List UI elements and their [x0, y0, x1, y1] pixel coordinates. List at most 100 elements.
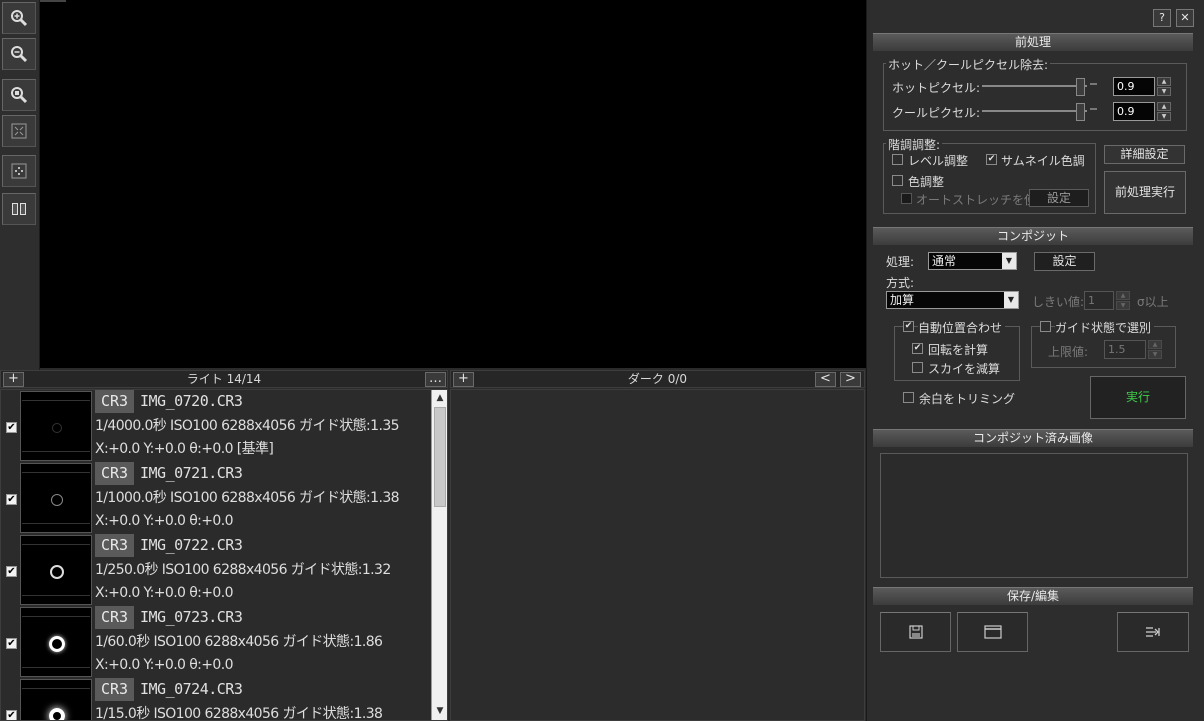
- list-scrollbar[interactable]: ▲ ▼: [431, 390, 447, 720]
- dark-pane-header: + ダーク 0/0 < >: [450, 370, 865, 388]
- composite-run-button[interactable]: 実行: [1090, 376, 1186, 419]
- scroll-up-icon[interactable]: ▲: [432, 390, 447, 406]
- fullscreen-button[interactable]: [2, 115, 36, 147]
- scroll-down-icon[interactable]: ▼: [432, 703, 447, 719]
- spin-up-icon[interactable]: ▲: [1157, 102, 1171, 111]
- cool-pixel-value[interactable]: 0.9: [1113, 102, 1155, 121]
- upper-value[interactable]: 1.5: [1104, 340, 1146, 359]
- zoom-fit-icon: [11, 87, 28, 104]
- exposure-info: 1/1000.0秒 ISO100 6288x4056 ガイド状態:1.38: [95, 490, 400, 506]
- threshold-value[interactable]: 1: [1084, 291, 1114, 310]
- add-light-button[interactable]: +: [3, 372, 24, 387]
- sky-checkbox[interactable]: [912, 362, 923, 373]
- preprocess-section-title: 前処理: [873, 33, 1193, 51]
- hot-slider-knob[interactable]: [1076, 78, 1085, 96]
- process-select[interactable]: 通常 ▼: [928, 252, 1017, 270]
- zoom-in-icon: [11, 10, 28, 27]
- auto-align-checkbox[interactable]: ✔: [903, 321, 914, 332]
- fit-window-icon: [11, 123, 27, 139]
- light-pane-header: + ライト 14/14 …: [0, 370, 448, 388]
- color-label: 色調整: [908, 175, 945, 189]
- composite-run-label: 実行: [1125, 390, 1150, 404]
- spin-down-icon[interactable]: ▼: [1116, 301, 1130, 310]
- light-more-button[interactable]: …: [425, 372, 446, 387]
- cool-slider-knob[interactable]: [1076, 103, 1085, 121]
- list-item[interactable]: ✔ CR3 IMG_0723.CR3 1/60.0秒 ISO100 6288x4…: [1, 606, 431, 678]
- trim-checkbox[interactable]: [903, 392, 914, 403]
- hotcool-group-title: ホット／クールピクセル除去:: [886, 56, 1051, 73]
- file-name: IMG_0723.CR3: [140, 608, 243, 626]
- zoom-in-button[interactable]: [2, 2, 36, 34]
- row-checkbox[interactable]: ✔: [6, 710, 17, 720]
- close-button[interactable]: ✕: [1176, 9, 1194, 27]
- row-checkbox[interactable]: ✔: [6, 422, 17, 433]
- zoom-fit-button[interactable]: [2, 79, 36, 111]
- dark-frame-list[interactable]: [450, 389, 865, 721]
- exposure-info: 1/15.0秒 ISO100 6288x4056 ガイド状態:1.38: [95, 706, 383, 721]
- process-label: 処理:: [886, 255, 915, 269]
- spin-down-icon[interactable]: ▼: [1157, 112, 1171, 121]
- save-button[interactable]: [880, 612, 951, 652]
- row-checkbox[interactable]: ✔: [6, 638, 17, 649]
- add-dark-button[interactable]: +: [453, 372, 474, 387]
- row-checkbox[interactable]: ✔: [6, 566, 17, 577]
- thumbnail: [20, 391, 92, 461]
- hot-pixel-slider[interactable]: [982, 78, 1097, 96]
- composited-image-list[interactable]: [880, 453, 1188, 578]
- format-badge: CR3: [95, 462, 134, 485]
- method-select-value: 加算: [890, 293, 915, 307]
- thumb-color-checkbox[interactable]: ✔: [986, 154, 997, 165]
- list-item[interactable]: ✔ CR3 IMG_0721.CR3 1/1000.0秒 ISO100 6288…: [1, 462, 431, 534]
- prev-button[interactable]: <: [815, 372, 836, 387]
- level-checkbox[interactable]: [892, 154, 903, 165]
- autostretch-settings-button[interactable]: 設定: [1029, 189, 1089, 207]
- method-select[interactable]: 加算 ▼: [886, 291, 1019, 309]
- row-checkbox[interactable]: ✔: [6, 494, 17, 505]
- zoom-out-button[interactable]: [2, 38, 36, 70]
- preprocess-run-button[interactable]: 前処理実行: [1104, 171, 1186, 214]
- image-viewer[interactable]: [40, 0, 866, 368]
- split-view-icon: [12, 203, 26, 215]
- hot-pixel-value[interactable]: 0.9: [1113, 77, 1155, 96]
- file-name: IMG_0722.CR3: [140, 536, 243, 554]
- open-window-button[interactable]: [957, 612, 1028, 652]
- rotation-label: 回転を計算: [928, 343, 989, 357]
- alignment-info: X:+0.0 Y:+0.0 θ:+0.0: [95, 585, 233, 601]
- alignment-info: X:+0.0 Y:+0.0 θ:+0.0 [基準]: [95, 441, 274, 457]
- autostretch-checkbox[interactable]: [901, 193, 912, 204]
- chevron-down-icon[interactable]: ▼: [1002, 253, 1016, 269]
- spin-down-icon[interactable]: ▼: [1148, 350, 1162, 359]
- zoom-out-icon: [11, 46, 28, 63]
- center-button[interactable]: [2, 155, 36, 187]
- cool-pixel-label: クールピクセル:: [892, 106, 981, 120]
- detail-settings-button[interactable]: 詳細設定: [1104, 145, 1185, 164]
- composite-section-title: コンポジット: [873, 227, 1193, 245]
- cool-pixel-slider[interactable]: [982, 103, 1097, 121]
- tone-group-title: 階調調整:: [886, 136, 943, 153]
- spin-up-icon[interactable]: ▲: [1148, 340, 1162, 349]
- help-button[interactable]: ?: [1153, 9, 1171, 27]
- export-button[interactable]: [1117, 612, 1189, 652]
- level-label: レベル調整: [908, 154, 969, 168]
- spin-up-icon[interactable]: ▲: [1157, 77, 1171, 86]
- light-pane-title: ライト 14/14: [186, 372, 262, 386]
- guide-select-checkbox[interactable]: [1040, 321, 1051, 332]
- process-settings-button[interactable]: 設定: [1034, 252, 1095, 271]
- list-item[interactable]: ✔ CR3 IMG_0722.CR3 1/250.0秒 ISO100 6288x…: [1, 534, 431, 606]
- file-name: IMG_0721.CR3: [140, 464, 243, 482]
- format-badge: CR3: [95, 390, 134, 413]
- upper-label: 上限値:: [1048, 345, 1089, 359]
- thumbnail: [20, 679, 92, 720]
- composited-section-title: コンポジット済み画像: [873, 429, 1193, 447]
- next-button[interactable]: >: [840, 372, 861, 387]
- list-item[interactable]: ✔ CR3 IMG_0724.CR3 1/15.0秒 ISO100 6288x4…: [1, 678, 431, 721]
- rotation-checkbox[interactable]: ✔: [912, 343, 923, 354]
- chevron-down-icon[interactable]: ▼: [1004, 292, 1018, 308]
- scroll-thumb[interactable]: [434, 407, 446, 507]
- spin-down-icon[interactable]: ▼: [1157, 87, 1171, 96]
- list-item[interactable]: ✔ CR3 IMG_0720.CR3 1/4000.0秒 ISO100 6288…: [1, 390, 431, 462]
- spin-up-icon[interactable]: ▲: [1116, 291, 1130, 300]
- color-checkbox[interactable]: [892, 175, 903, 186]
- compare-button[interactable]: [2, 193, 36, 225]
- exposure-info: 1/60.0秒 ISO100 6288x4056 ガイド状態:1.86: [95, 634, 383, 650]
